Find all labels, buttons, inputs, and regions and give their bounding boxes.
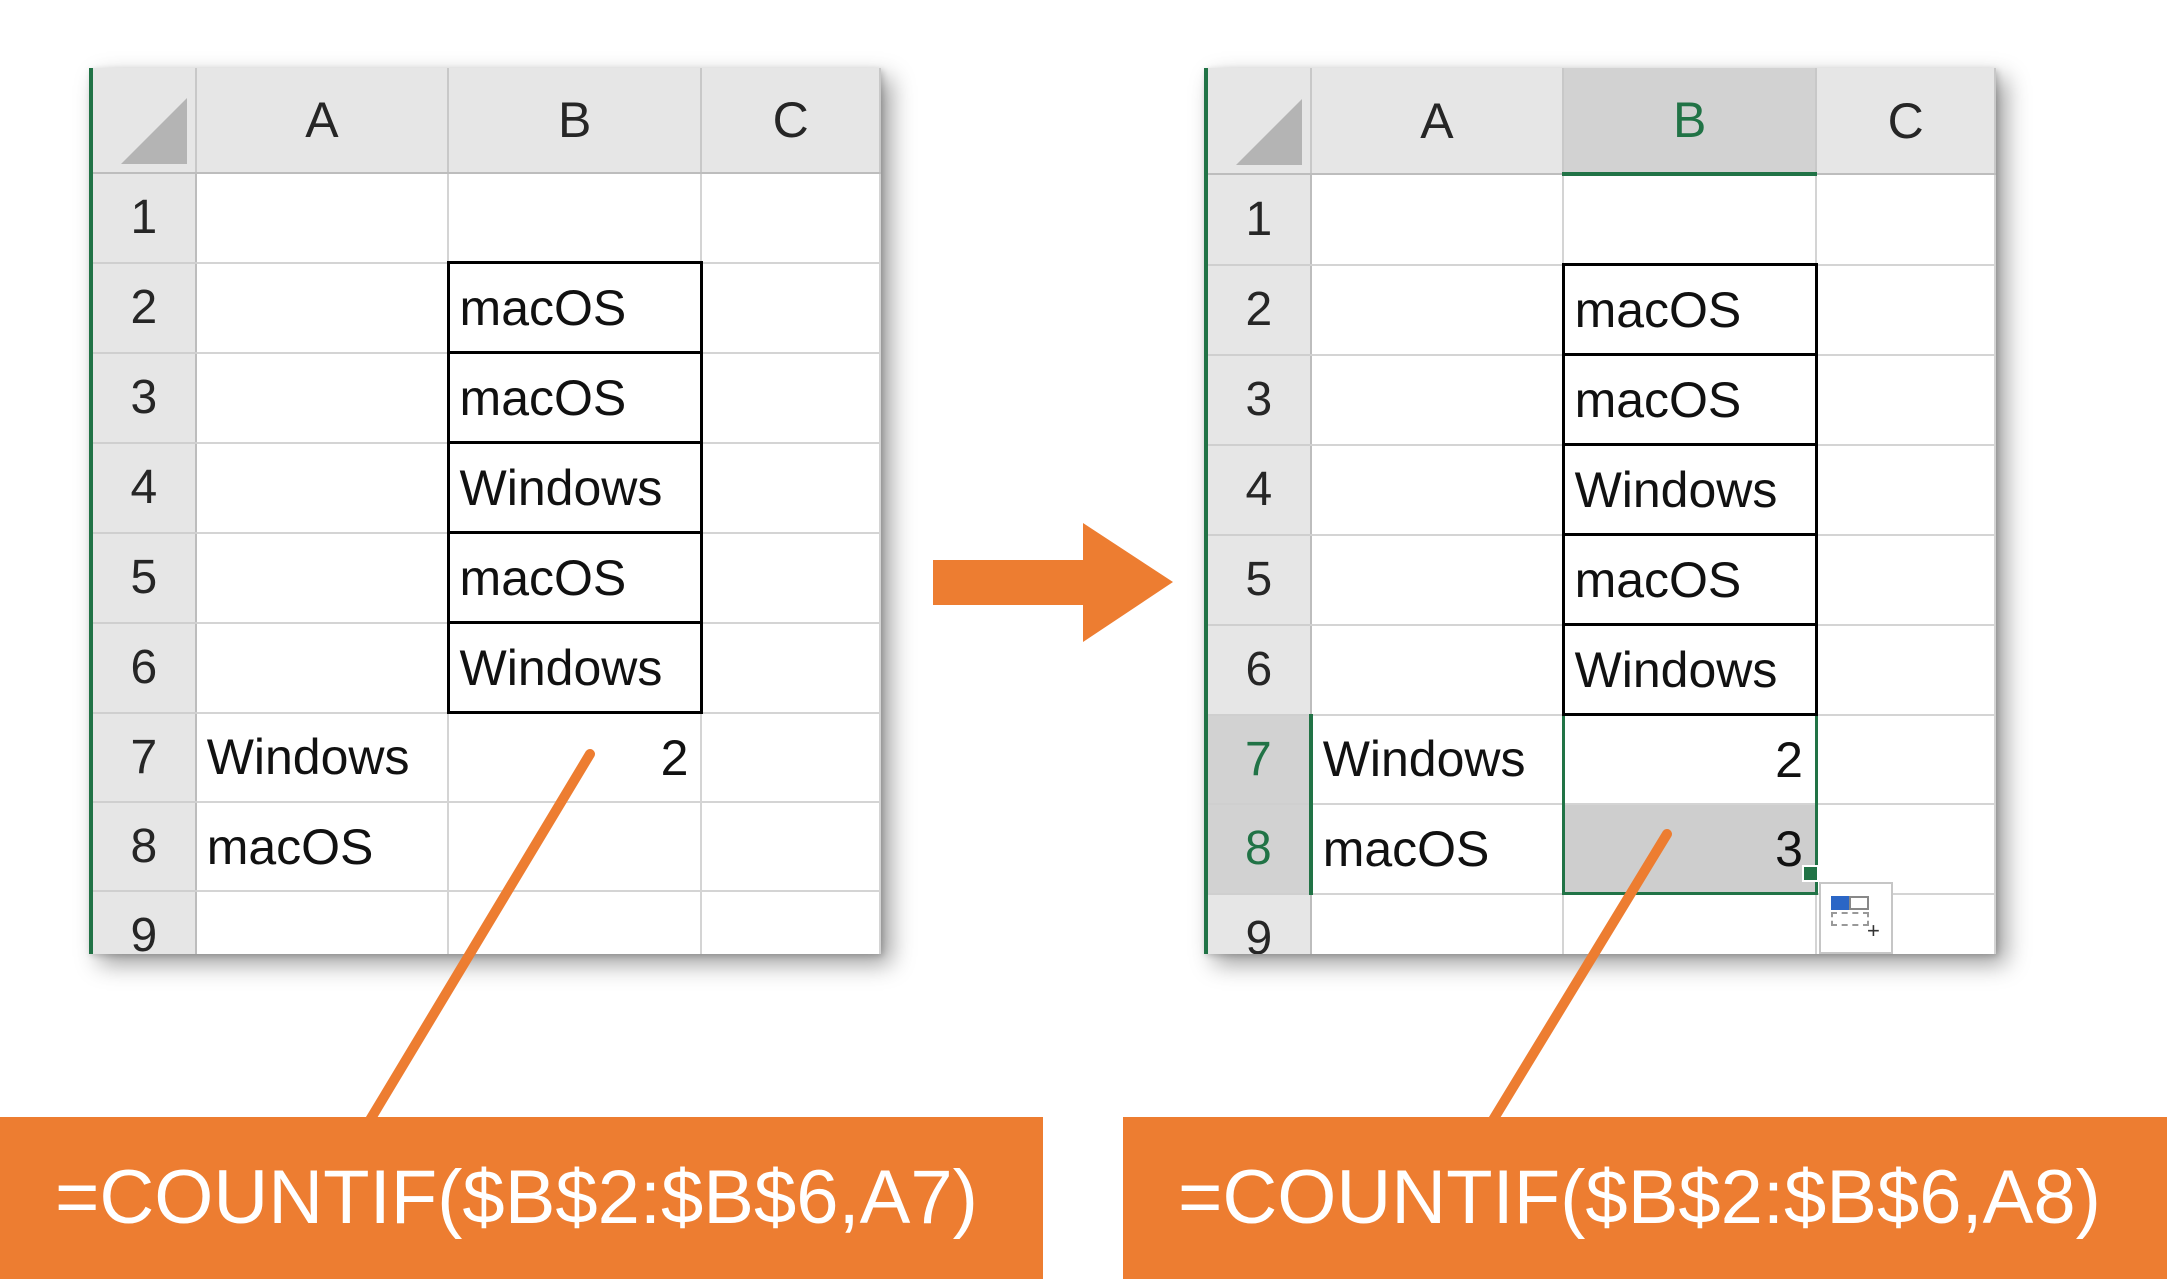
annotation-overlay <box>365 523 1672 1125</box>
right-formula-callout: =COUNTIF($B$2:$B$6,A8) <box>1123 1117 2167 1279</box>
left-formula-callout: =COUNTIF($B$2:$B$6,A7) <box>0 1117 1043 1279</box>
right-arrow-icon <box>933 523 1173 642</box>
right-callout-pointer <box>1488 829 1672 1125</box>
left-callout-pointer <box>365 749 595 1125</box>
